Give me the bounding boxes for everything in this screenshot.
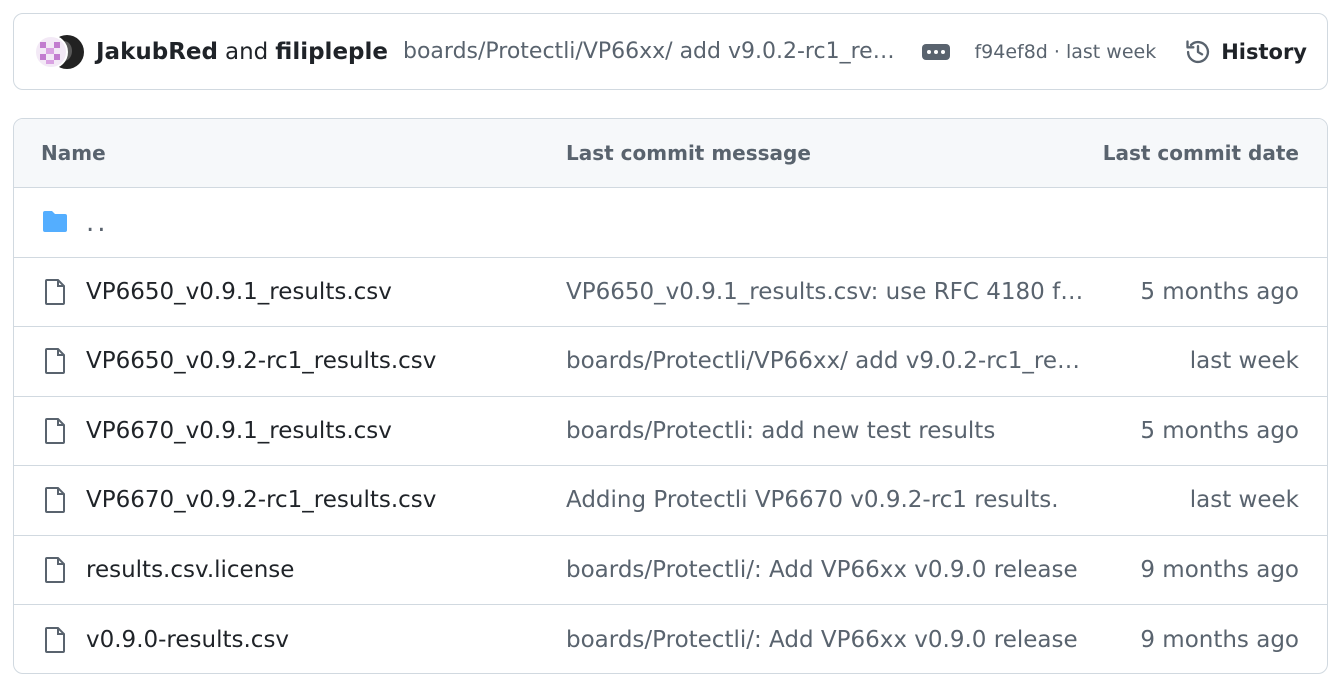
avatar[interactable] bbox=[34, 34, 68, 69]
parent-directory-link[interactable]: .. bbox=[86, 208, 109, 238]
file-name-link[interactable]: VP6670_v0.9.2-rc1_results.csv bbox=[86, 487, 436, 513]
history-icon bbox=[1186, 39, 1210, 63]
file-icon bbox=[41, 485, 69, 515]
table-row: VP6650_v0.9.1_results.csv VP6650_v0.9.1_… bbox=[14, 258, 1327, 327]
commit-message-link[interactable]: Adding Protectli VP6670 v0.9.2-rc1 resul… bbox=[566, 487, 1091, 513]
commit-date: 9 months ago bbox=[1140, 626, 1299, 653]
table-row: VP6670_v0.9.2-rc1_results.csv Adding Pro… bbox=[14, 466, 1327, 536]
parent-directory-row[interactable]: .. bbox=[14, 188, 1327, 258]
folder-icon bbox=[41, 207, 69, 237]
file-icon bbox=[41, 416, 69, 446]
commit-message-link[interactable]: boards/Protectli/VP66xx/ add v9.0.2-rc1_… bbox=[566, 348, 1091, 374]
commit-message-link[interactable]: boards/Protectli: add new test results bbox=[566, 418, 1091, 444]
file-name-link[interactable]: VP6670_v0.9.1_results.csv bbox=[86, 418, 392, 444]
author-avatars[interactable] bbox=[34, 33, 88, 71]
file-name-link[interactable]: VP6650_v0.9.1_results.csv bbox=[86, 279, 392, 305]
column-header-message: Last commit message bbox=[566, 141, 811, 165]
column-header-name: Name bbox=[41, 141, 106, 165]
commit-coauthor-link[interactable]: filipleple bbox=[275, 39, 388, 65]
kebab-horizontal-icon[interactable] bbox=[922, 43, 951, 60]
column-header-date: Last commit date bbox=[1102, 141, 1299, 165]
table-row: v0.9.0-results.csv boards/Protectli/: Ad… bbox=[14, 605, 1327, 673]
commit-date: 5 months ago bbox=[1140, 417, 1299, 444]
commit-author-link[interactable]: JakubRed bbox=[96, 39, 218, 65]
commit-message-link[interactable]: boards/Protectli/: Add VP66xx v0.9.0 rel… bbox=[566, 627, 1091, 653]
file-name-link[interactable]: results.csv.license bbox=[86, 557, 294, 583]
file-icon bbox=[41, 346, 69, 376]
commit-message-link[interactable]: boards/Protectli/: Add VP66xx v0.9.0 rel… bbox=[566, 557, 1091, 583]
commit-authors-conjunction: and bbox=[225, 38, 269, 65]
table-row: VP6650_v0.9.2-rc1_results.csv boards/Pro… bbox=[14, 327, 1327, 397]
history-button[interactable]: History bbox=[1184, 38, 1307, 66]
latest-commit-bar: JakubRed and filipleple boards/Protectli… bbox=[13, 13, 1328, 90]
file-icon bbox=[41, 277, 69, 307]
table-row: results.csv.license boards/Protectli/: A… bbox=[14, 536, 1327, 605]
file-list-table: Name Last commit message Last commit dat… bbox=[13, 118, 1328, 674]
commit-sha-and-time[interactable]: f94ef8d · last week bbox=[974, 41, 1156, 63]
commit-date: last week bbox=[1189, 348, 1299, 375]
file-icon bbox=[41, 625, 69, 655]
commit-message-link[interactable]: VP6650_v0.9.1_results.csv: use RFC 4180 … bbox=[566, 279, 1091, 305]
history-label: History bbox=[1221, 39, 1307, 64]
commit-date: last week bbox=[1189, 487, 1299, 514]
commit-message-link[interactable]: boards/Protectli/VP66xx/ add v9.0.2-rc1_… bbox=[403, 39, 897, 64]
commit-date: 9 months ago bbox=[1140, 556, 1299, 583]
file-icon bbox=[41, 555, 69, 585]
table-header: Name Last commit message Last commit dat… bbox=[14, 119, 1327, 188]
file-name-link[interactable]: VP6650_v0.9.2-rc1_results.csv bbox=[86, 348, 436, 374]
file-name-link[interactable]: v0.9.0-results.csv bbox=[86, 627, 289, 653]
table-row: VP6670_v0.9.1_results.csv boards/Protect… bbox=[14, 397, 1327, 466]
commit-date: 5 months ago bbox=[1140, 278, 1299, 305]
